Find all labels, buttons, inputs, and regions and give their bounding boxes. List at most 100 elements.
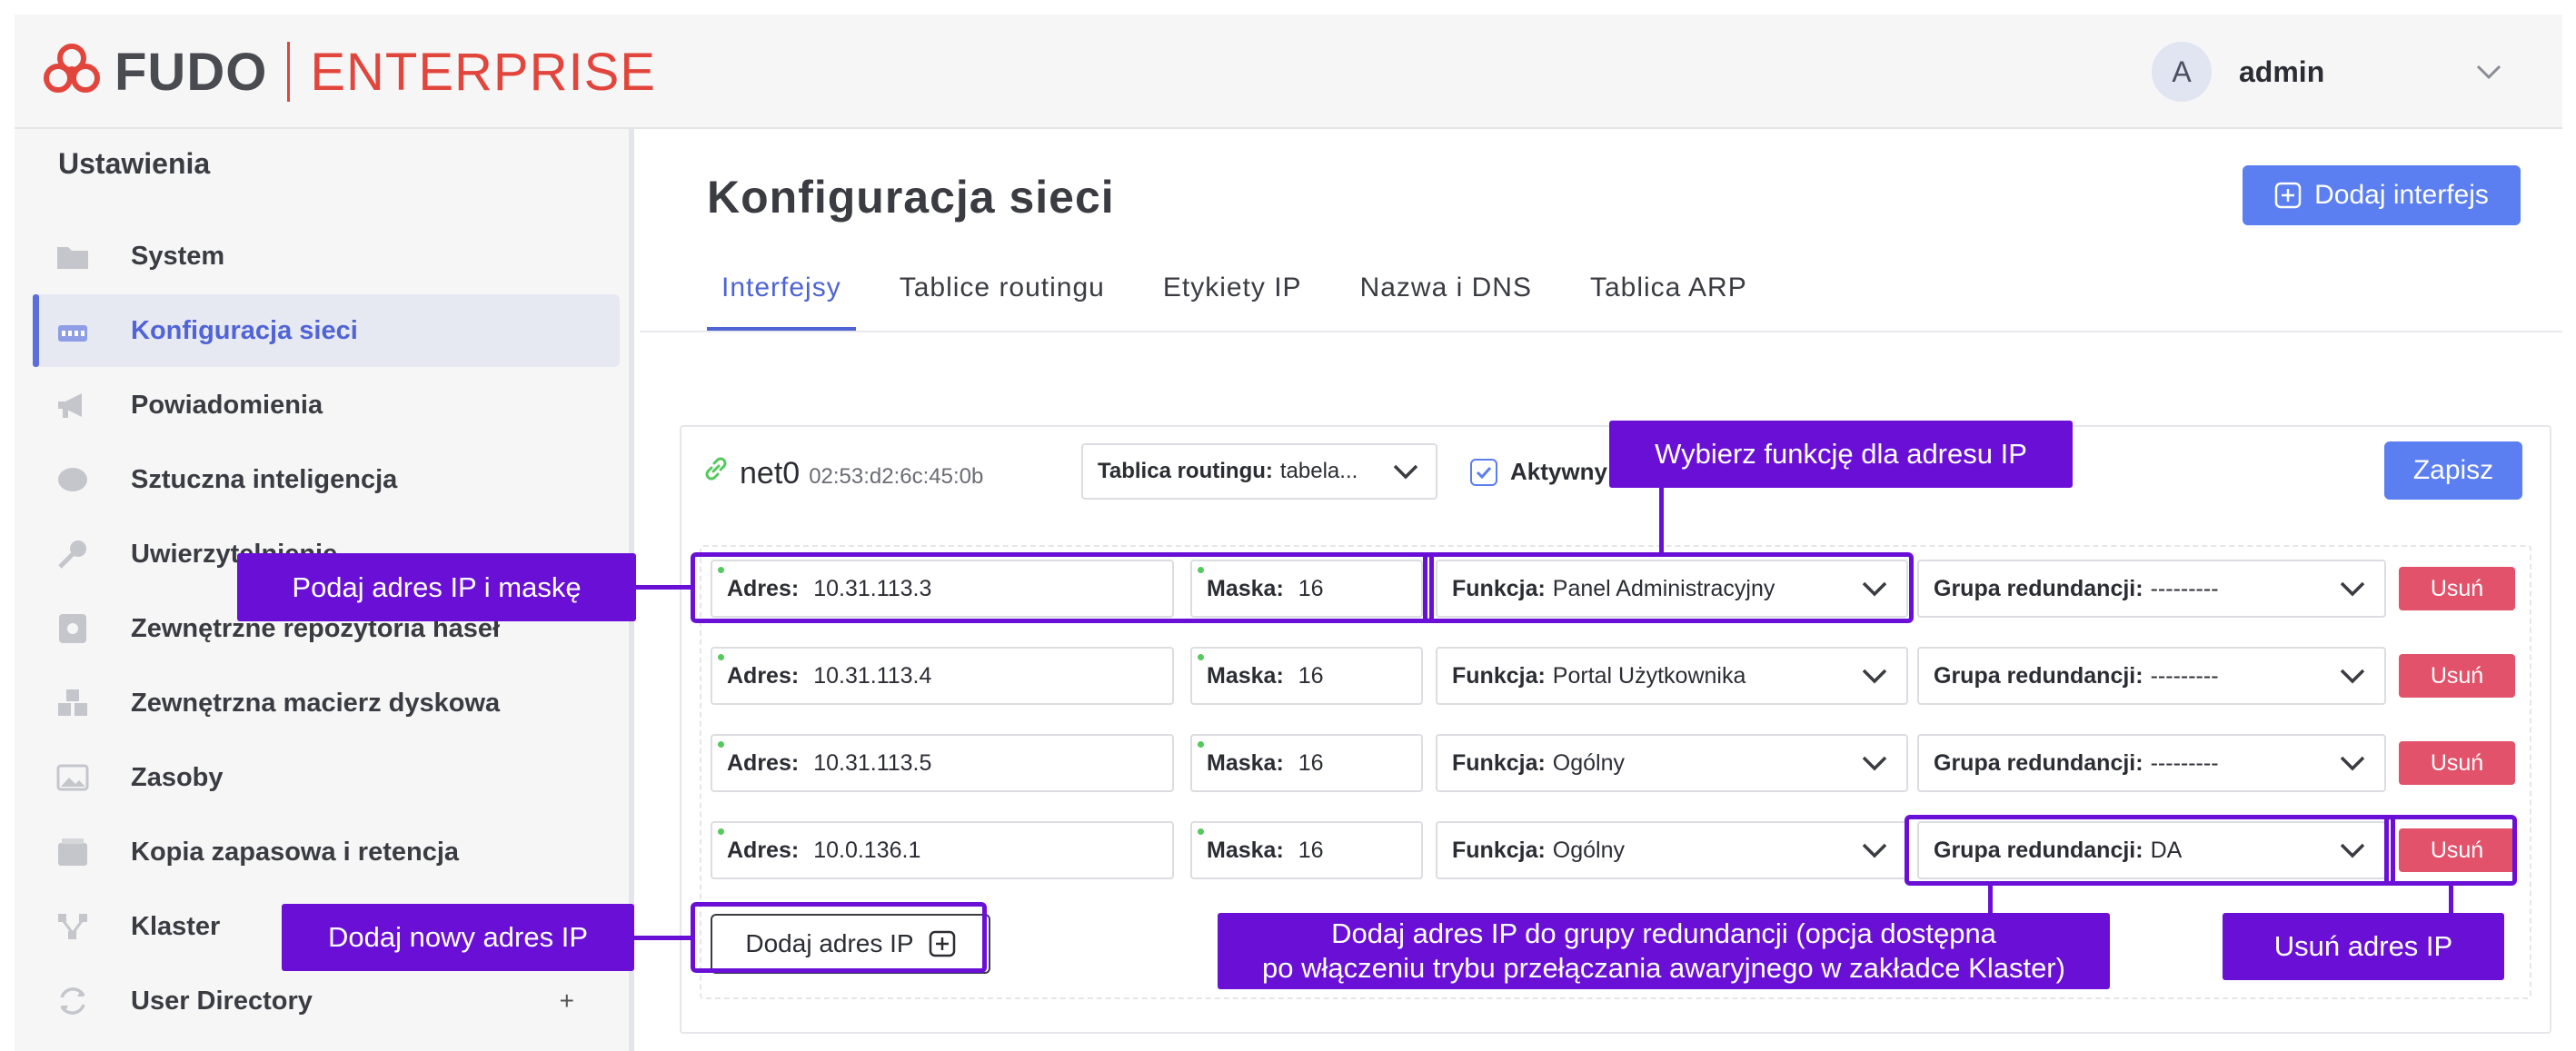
cluster-icon — [58, 914, 87, 939]
status-dot — [1198, 654, 1204, 660]
expand-plus-icon[interactable]: + — [560, 987, 574, 1016]
sidebar-item-backup[interactable]: Kopia zapasowa i retencja — [33, 816, 620, 888]
sidebar-item-resources[interactable]: Zasoby — [33, 741, 620, 814]
mask-label: Maska: — [1207, 749, 1284, 776]
tab-arp-table[interactable]: Tablica ARP — [1576, 263, 1762, 331]
sidebar-item-notifications[interactable]: Powiadomienia — [33, 369, 620, 441]
status-dot — [718, 741, 724, 748]
archive-icon — [58, 838, 87, 866]
function-value: Portal Użytkownika — [1552, 662, 1746, 689]
tab-divider — [640, 331, 2562, 332]
address-label: Adres: — [727, 749, 800, 776]
function-select[interactable]: Funkcja: Portal Użytkownika — [1436, 647, 1908, 705]
fudo-logo[interactable]: FUDO ENTERPRISE — [42, 36, 656, 107]
group-value: --------- — [2150, 749, 2219, 776]
brain-icon — [58, 468, 87, 491]
delete-ip-button[interactable]: Usuń — [2399, 654, 2515, 698]
sidebar-item-external-storage[interactable]: Zewnętrzna macierz dyskowa — [33, 667, 620, 739]
active-checkbox[interactable] — [1470, 458, 1497, 486]
callout-ip-mask: Podaj adres IP i maskę — [237, 553, 636, 621]
folder-icon — [57, 247, 88, 269]
callout-redundancy-line-1: Dodaj adres IP do grupy redundancji (opc… — [1331, 917, 1996, 949]
redundancy-group-select[interactable]: Grupa redundancji: --------- — [1917, 647, 2386, 705]
address-label: Adres: — [727, 837, 800, 863]
active-toggle[interactable]: Aktywny — [1470, 458, 1607, 486]
sidebar-item-ai[interactable]: Sztuczna inteligencja — [33, 443, 620, 516]
interface-mac: 02:53:d2:6c:45:0b — [809, 464, 984, 489]
status-dot — [718, 654, 724, 660]
chevron-down-icon — [2340, 669, 2365, 684]
routing-table-value: tabela... — [1279, 459, 1358, 483]
user-menu[interactable]: A admin — [2152, 42, 2504, 102]
megaphone-icon — [58, 393, 82, 418]
mask-field[interactable]: Maska: 16 — [1190, 734, 1423, 792]
mask-value: 16 — [1298, 749, 1324, 776]
function-label: Funkcja: — [1452, 662, 1546, 689]
save-button[interactable]: Zapisz — [2384, 441, 2522, 500]
sidebar-item-label: Konfiguracja sieci — [131, 315, 358, 345]
app-window: FUDO ENTERPRISE A admin Ustawienia Syste… — [15, 15, 2562, 1051]
delete-ip-button[interactable]: Usuń — [2399, 567, 2515, 610]
function-value: Ogólny — [1552, 749, 1626, 776]
delete-ip-button[interactable]: Usuń — [2399, 741, 2515, 785]
check-icon — [1476, 466, 1492, 479]
image-icon — [56, 764, 89, 791]
active-label: Aktywny — [1510, 458, 1607, 485]
status-dot — [718, 828, 724, 835]
address-value: 10.31.113.5 — [813, 749, 932, 776]
address-field[interactable]: Adres: 10.31.113.4 — [711, 647, 1174, 705]
avatar[interactable]: A — [2152, 42, 2212, 102]
sidebar-item-network[interactable]: Konfiguracja sieci — [33, 294, 620, 367]
address-value: 10.31.113.4 — [813, 662, 932, 689]
link-icon — [705, 457, 727, 481]
network-icon — [58, 325, 87, 342]
mask-label: Maska: — [1207, 837, 1284, 863]
routing-table-select[interactable]: Tablica routingu: tabela... — [1081, 443, 1437, 500]
routing-table-label: Tablica routingu: — [1098, 459, 1273, 483]
function-value: Ogólny — [1552, 837, 1626, 863]
highlight-redundancy-group — [1905, 815, 2395, 886]
sidebar-title: Ustawienia — [58, 147, 211, 180]
sidebar-item-label: System — [131, 241, 225, 271]
tab-routing-tables[interactable]: Tablice routingu — [885, 263, 1119, 331]
address-field[interactable]: Adres: 10.31.113.5 — [711, 734, 1174, 792]
tab-name-dns[interactable]: Nazwa i DNS — [1346, 263, 1547, 331]
mask-field[interactable]: Maska: 16 — [1190, 647, 1423, 705]
redundancy-group-select[interactable]: Grupa redundancji: --------- — [1917, 560, 2386, 618]
address-label: Adres: — [727, 662, 800, 689]
function-label: Funkcja: — [1452, 837, 1546, 863]
function-label: Funkcja: — [1452, 749, 1546, 776]
sidebar-item-system[interactable]: System — [33, 220, 620, 292]
status-dot — [1198, 828, 1204, 835]
tab-ip-labels[interactable]: Etykiety IP — [1149, 263, 1317, 331]
group-value: --------- — [2150, 575, 2219, 601]
chevron-down-icon — [2340, 581, 2365, 597]
interface-name: net0 — [740, 456, 801, 491]
group-value: --------- — [2150, 662, 2219, 689]
chevron-down-icon[interactable] — [2473, 56, 2504, 87]
callout-function: Wybierz funkcję dla adresu IP — [1609, 421, 2073, 488]
mask-label: Maska: — [1207, 662, 1284, 689]
sidebar-item-label: Zewnętrzna macierz dyskowa — [131, 688, 501, 718]
mask-field[interactable]: Maska: 16 — [1190, 821, 1423, 879]
connector-line — [1988, 886, 1993, 913]
chevron-down-icon — [1862, 843, 1887, 858]
sidebar-item-user-directory[interactable]: User Directory + — [33, 965, 620, 1037]
sidebar-item-label: User Directory — [131, 986, 313, 1016]
storage-icon — [58, 689, 87, 716]
top-bar: FUDO ENTERPRISE A admin — [15, 15, 2562, 129]
mask-value: 16 — [1298, 837, 1324, 863]
address-field[interactable]: Adres: 10.0.136.1 — [711, 821, 1174, 879]
function-select[interactable]: Funkcja: Ogólny — [1436, 821, 1908, 879]
tab-interfaces[interactable]: Interfejsy — [707, 263, 856, 331]
function-select[interactable]: Funkcja: Ogólny — [1436, 734, 1908, 792]
callout-redundancy-line-2: po włączeniu trybu przełączania awaryjne… — [1262, 952, 2065, 984]
user-name[interactable]: admin — [2239, 55, 2473, 89]
chevron-down-icon — [1393, 464, 1418, 480]
add-interface-button[interactable]: Dodaj interfejs — [2243, 165, 2521, 225]
brand-secondary: ENTERPRISE — [310, 42, 656, 102]
redundancy-group-select[interactable]: Grupa redundancji: --------- — [1917, 734, 2386, 792]
sidebar-item-label: Klaster — [131, 911, 221, 941]
sidebar-item-label: Sztuczna inteligencja — [131, 464, 398, 494]
interface-header: net0 02:53:d2:6c:45:0b — [701, 454, 983, 491]
